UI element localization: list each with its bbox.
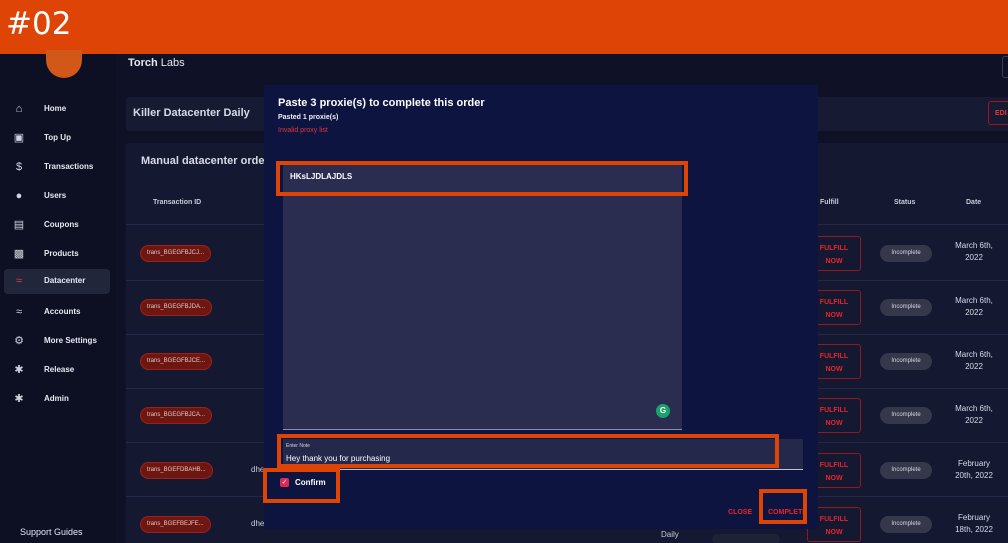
status-badge: Incomplete: [880, 353, 932, 370]
proxies-textarea[interactable]: HKsLJDLAJDLS G: [283, 162, 682, 430]
status-badge: Incomplete: [880, 462, 932, 479]
column-header-date: Date: [966, 199, 982, 206]
order-date-line: February: [957, 513, 990, 522]
sidebar-item-users[interactable]: ● Users: [4, 184, 110, 209]
transaction-id-pill[interactable]: trans_BGEGFBJCA...: [140, 407, 213, 424]
order-date-line: 20th, 2022: [955, 471, 993, 480]
badge-icon: ✱: [14, 364, 24, 376]
product-title: Killer Datacenter Daily: [133, 107, 250, 119]
sidebar-item-release[interactable]: ✱ Release: [4, 358, 110, 383]
step-label: #02: [6, 6, 72, 42]
order-date: March 6th, 2022: [948, 295, 1000, 319]
step-banner: #02: [0, 0, 1008, 54]
sidebar-item-label: Accounts: [44, 307, 81, 316]
transaction-id-pill[interactable]: trans_BGEGFBJCE...: [140, 353, 213, 370]
briefcase-icon: ▩: [13, 248, 25, 260]
sidebar-item-label: Top Up: [44, 133, 71, 142]
wifi-icon: ≈: [15, 306, 23, 318]
status-badge: Incomplete: [880, 245, 932, 262]
order-date-line: 2022: [965, 416, 983, 425]
brand-rest: Labs: [157, 57, 185, 69]
error-message: Invalid proxy list: [278, 127, 328, 134]
order-date: March 6th, 2022: [948, 349, 1000, 373]
sidebar-item-label: Datacenter: [44, 276, 86, 285]
gear-icon: ⚙: [14, 335, 24, 347]
highlight-note-field: [277, 434, 779, 468]
order-date-line: 2022: [965, 253, 983, 262]
product-name-partial: Daily: [661, 530, 679, 539]
sidebar-item-label: Admin: [44, 394, 69, 403]
close-button[interactable]: CLOSE: [728, 509, 752, 516]
order-date: March 6th, 2022: [948, 240, 1000, 264]
order-date-line: March 6th,: [955, 404, 993, 413]
status-badge: Incomplete: [880, 516, 932, 533]
support-guides-link[interactable]: Support Guides: [20, 527, 83, 537]
column-header-transaction-id: Transaction ID: [153, 199, 202, 206]
sidebar-item-accounts[interactable]: ≈ Accounts: [4, 300, 110, 325]
app-window: ⌂ Home ▣ Top Up $ Transactions ● Users ▤…: [0, 50, 1008, 543]
dollar-icon: $: [15, 161, 23, 173]
order-date-line: February: [957, 459, 990, 468]
column-header-fulfill: Fulfill: [820, 199, 839, 206]
status-badge: Incomplete: [880, 407, 932, 424]
highlight-proxy-input: [276, 161, 688, 196]
highlight-confirm: [263, 468, 340, 503]
grammarly-icon[interactable]: G: [656, 404, 670, 418]
order-date-line: March 6th,: [955, 296, 993, 305]
transaction-id-pill[interactable]: trans_BGEGFBJCJ...: [140, 245, 212, 262]
sidebar-item-more-settings[interactable]: ⚙ More Settings: [4, 329, 110, 354]
badge-icon: ✱: [14, 393, 24, 405]
brand-name: Torch Labs: [128, 57, 185, 69]
sidebar-item-label: Transactions: [44, 162, 94, 171]
user-icon: ●: [15, 190, 23, 202]
wallet-icon: ▣: [13, 132, 25, 144]
status-badge: Incomplete: [880, 299, 932, 316]
sidebar-item-label: Release: [44, 365, 75, 374]
sidebar-item-label: Products: [44, 249, 79, 258]
order-date-line: 18th, 2022: [955, 525, 993, 534]
pasted-count: Pasted 1 proxie(s): [278, 114, 339, 121]
sidebar-item-transactions[interactable]: $ Transactions: [4, 155, 110, 180]
coupon-icon: ▤: [13, 219, 25, 231]
sidebar-item-label: Users: [44, 191, 67, 200]
wifi-icon: ≈: [15, 275, 23, 287]
home-icon: ⌂: [15, 103, 23, 115]
transaction-id-pill[interactable]: trans_BGEGFBJDA...: [140, 299, 213, 316]
order-date: February 18th, 2022: [948, 512, 1000, 536]
order-date: March 6th, 2022: [948, 403, 1000, 427]
row-badge: [712, 534, 780, 543]
column-header-status: Status: [894, 199, 916, 206]
edit-button[interactable]: EDI: [988, 101, 1008, 125]
sidebar-item-home[interactable]: ⌂ Home: [4, 97, 110, 122]
order-date-line: 2022: [965, 308, 983, 317]
brand-bold: Torch: [128, 57, 158, 69]
top-right-control[interactable]: [1002, 56, 1008, 78]
sidebar: ⌂ Home ▣ Top Up $ Transactions ● Users ▤…: [0, 50, 116, 543]
sidebar-item-datacenter[interactable]: ≈ Datacenter: [4, 269, 110, 294]
order-date: February 20th, 2022: [948, 458, 1000, 482]
orders-title: Manual datacenter orde: [141, 155, 265, 167]
torch-logo: [46, 50, 82, 78]
sidebar-item-admin[interactable]: ✱ Admin: [4, 387, 110, 412]
sidebar-item-label: More Settings: [44, 336, 97, 345]
highlight-complete: [759, 489, 807, 524]
sidebar-item-products[interactable]: ▩ Products: [4, 242, 110, 267]
sidebar-item-label: Coupons: [44, 220, 79, 229]
customer-name: dhe: [251, 519, 265, 528]
order-date-line: March 6th,: [955, 350, 993, 359]
sidebar-item-label: Home: [44, 104, 67, 113]
transaction-id-pill[interactable]: trans_BGEFBEJFE...: [140, 516, 211, 533]
sidebar-item-top-up[interactable]: ▣ Top Up: [4, 126, 110, 151]
order-date-line: March 6th,: [955, 241, 993, 250]
order-date-line: 2022: [965, 362, 983, 371]
modal-title: Paste 3 proxie(s) to complete this order: [278, 97, 485, 109]
transaction-id-pill[interactable]: trans_BGEFDBAHB...: [140, 462, 213, 479]
sidebar-item-coupons[interactable]: ▤ Coupons: [4, 213, 110, 238]
